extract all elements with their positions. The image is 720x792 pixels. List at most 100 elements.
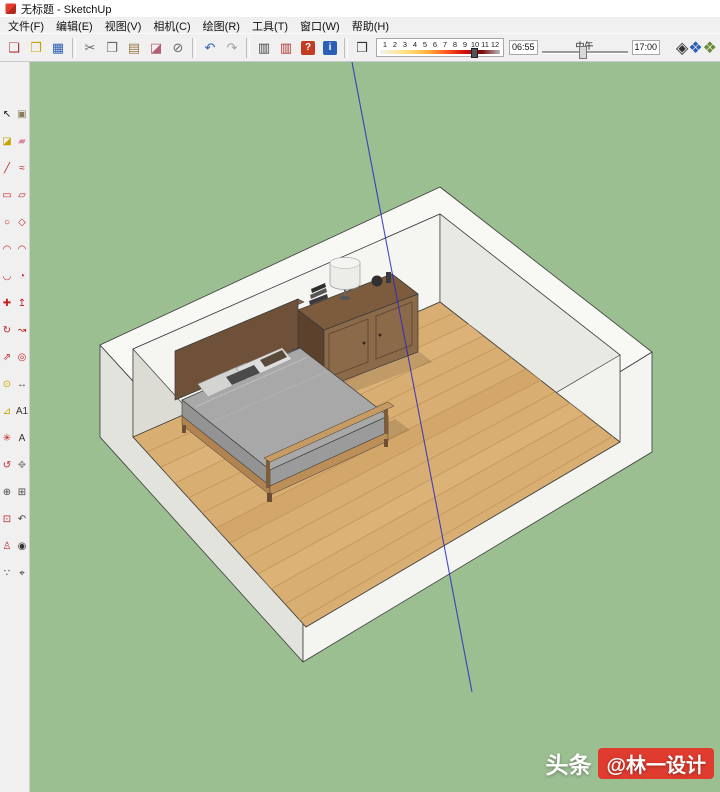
toolbar-separator — [246, 38, 250, 58]
select-tool[interactable]: ↖ — [0, 108, 14, 122]
menu-view[interactable]: 视图(V) — [99, 18, 148, 34]
zoom-window-tool[interactable]: ⊞ — [15, 486, 29, 500]
sketchup-window: 无标题 - SketchUp 文件(F)编辑(E)视图(V)相机(C)绘图(R)… — [0, 0, 720, 792]
copy-button[interactable]: ❐ — [101, 37, 123, 59]
rotated-rectangle-tool[interactable]: ▱ — [15, 189, 29, 203]
pie-tool[interactable]: ◔ — [15, 270, 29, 284]
offset-tool[interactable]: ◎ — [15, 351, 29, 365]
tape-measure-tool[interactable]: ⊙ — [0, 378, 14, 392]
month-label: 11 — [480, 41, 490, 49]
main-toolbar: ❏❒▦ ✂❐▤◪⊘ ↶↷ ▥▥?i ❒ 123456789101112 06:5… — [0, 33, 720, 62]
paste-button[interactable]: ▤ — [123, 37, 145, 59]
help-button[interactable]: ? — [301, 41, 315, 55]
time-slider-thumb[interactable] — [579, 46, 587, 59]
three-point-arc-tool[interactable]: ◡ — [0, 270, 14, 284]
follow-me-tool[interactable]: ↝ — [15, 324, 29, 338]
undo-redo-group: ↶↷ — [199, 37, 243, 59]
shadow-end-time[interactable]: 17:00 — [632, 40, 661, 55]
shadow-time-slider[interactable]: 中午 — [542, 38, 628, 58]
materials-button[interactable]: ❖ — [703, 38, 717, 58]
shadow-date-gradient[interactable] — [380, 50, 500, 54]
shadow-date-control[interactable]: 123456789101112 — [376, 38, 504, 57]
bed-leg — [267, 493, 272, 502]
dimension-tool[interactable]: ↔ — [15, 378, 29, 392]
rotate-tool[interactable]: ↻ — [0, 324, 14, 338]
3d-text-tool[interactable]: A — [15, 432, 29, 446]
look-around-tool[interactable]: ◉ — [15, 540, 29, 554]
axes-tool[interactable]: ✳ — [0, 432, 14, 446]
model-info-button[interactable]: i — [323, 41, 337, 55]
month-label: 7 — [440, 41, 450, 49]
redo-button[interactable]: ↷ — [221, 37, 243, 59]
print-button[interactable]: ▥ — [253, 37, 275, 59]
arc-tool[interactable]: ◠ — [0, 243, 14, 257]
menu-tools[interactable]: 工具(T) — [246, 18, 294, 34]
open-button[interactable]: ❒ — [25, 37, 47, 59]
month-labels: 123456789101112 — [380, 41, 500, 49]
push-pull-tool[interactable]: ↥ — [15, 297, 29, 311]
position-camera-tool[interactable]: ♙ — [0, 540, 14, 554]
menu-draw[interactable]: 绘图(R) — [197, 18, 246, 34]
toolbar-separator — [192, 38, 196, 58]
zoom-tool[interactable]: ⊕ — [0, 486, 14, 500]
month-label: 6 — [430, 41, 440, 49]
freehand-tool[interactable]: ≈ — [15, 162, 29, 176]
shadow-toggle-button[interactable]: ❒ — [351, 37, 373, 59]
menu-window[interactable]: 窗口(W) — [294, 18, 346, 34]
orbit-tool[interactable]: ↺ — [0, 459, 14, 473]
date-slider-thumb[interactable] — [471, 48, 478, 58]
right-toolbar-group: ◈❖❖ — [676, 38, 717, 58]
month-label: 4 — [410, 41, 420, 49]
3d-scene-canvas — [30, 62, 720, 792]
sketchup-app-icon — [5, 3, 16, 14]
print-preview-button[interactable]: ▥ — [275, 37, 297, 59]
two-point-arc-tool[interactable]: ◠ — [15, 243, 29, 257]
section-plane-tool[interactable]: ⌖ — [15, 567, 29, 581]
scale-tool[interactable]: ⇗ — [0, 351, 14, 365]
rectangle-tool[interactable]: ▭ — [0, 189, 14, 203]
menu-help[interactable]: 帮助(H) — [346, 18, 395, 34]
protractor-tool[interactable]: ⊿ — [0, 405, 14, 419]
paint-bucket-tool[interactable]: ◪ — [0, 135, 14, 149]
pan-tool[interactable]: ✥ — [15, 459, 29, 473]
client-area: ↖▣◪▰╱≈▭▱○◇◠◠◡◔✚↥↻↝⇗◎⊙↔⊿A1✳A↺✥⊕⊞⊡↶♙◉∵⌖ — [0, 62, 720, 792]
shadow-start-time[interactable]: 06:55 — [509, 40, 538, 55]
make-component-tool[interactable]: ▣ — [15, 108, 29, 122]
axes-toggle-button[interactable]: ◈ — [676, 38, 688, 58]
month-label: 12 — [490, 41, 500, 49]
model-viewport[interactable]: 头条 @林一设计 — [30, 62, 720, 792]
text-tool[interactable]: A1 — [15, 405, 29, 419]
title-bar: 无标题 - SketchUp — [0, 0, 720, 18]
month-label: 5 — [420, 41, 430, 49]
bed-leg — [182, 425, 186, 433]
delete-button[interactable]: ⊘ — [167, 37, 189, 59]
month-label: 1 — [380, 41, 390, 49]
polygon-tool[interactable]: ◇ — [15, 216, 29, 230]
previous-view-tool[interactable]: ↶ — [15, 513, 29, 527]
new-button[interactable]: ❏ — [3, 37, 25, 59]
eraser-tool[interactable]: ▰ — [15, 135, 29, 149]
zoom-extents-tool[interactable]: ⊡ — [0, 513, 14, 527]
menu-edit[interactable]: 编辑(E) — [50, 18, 99, 34]
file-toolbar-group: ❏❒▦ — [3, 37, 69, 59]
menu-file[interactable]: 文件(F) — [2, 18, 50, 34]
footboard-post — [266, 460, 270, 488]
erase-button[interactable]: ◪ — [145, 37, 167, 59]
cut-button[interactable]: ✂ — [79, 37, 101, 59]
components-button[interactable]: ❖ — [688, 38, 702, 58]
line-tool[interactable]: ╱ — [0, 162, 14, 176]
bottle — [386, 272, 391, 283]
vase — [372, 276, 383, 287]
menu-bar: 文件(F)编辑(E)视图(V)相机(C)绘图(R)工具(T)窗口(W)帮助(H) — [0, 18, 720, 33]
month-label: 3 — [400, 41, 410, 49]
dresser-knob — [379, 334, 382, 337]
menu-camera[interactable]: 相机(C) — [147, 18, 196, 34]
circle-tool[interactable]: ○ — [0, 216, 14, 230]
output-group: ▥▥? i — [253, 37, 341, 59]
walk-tool[interactable]: ∵ — [0, 567, 14, 581]
save-button[interactable]: ▦ — [47, 37, 69, 59]
month-label: 9 — [460, 41, 470, 49]
window-title: 无标题 - SketchUp — [21, 1, 111, 17]
undo-button[interactable]: ↶ — [199, 37, 221, 59]
move-tool[interactable]: ✚ — [0, 297, 14, 311]
